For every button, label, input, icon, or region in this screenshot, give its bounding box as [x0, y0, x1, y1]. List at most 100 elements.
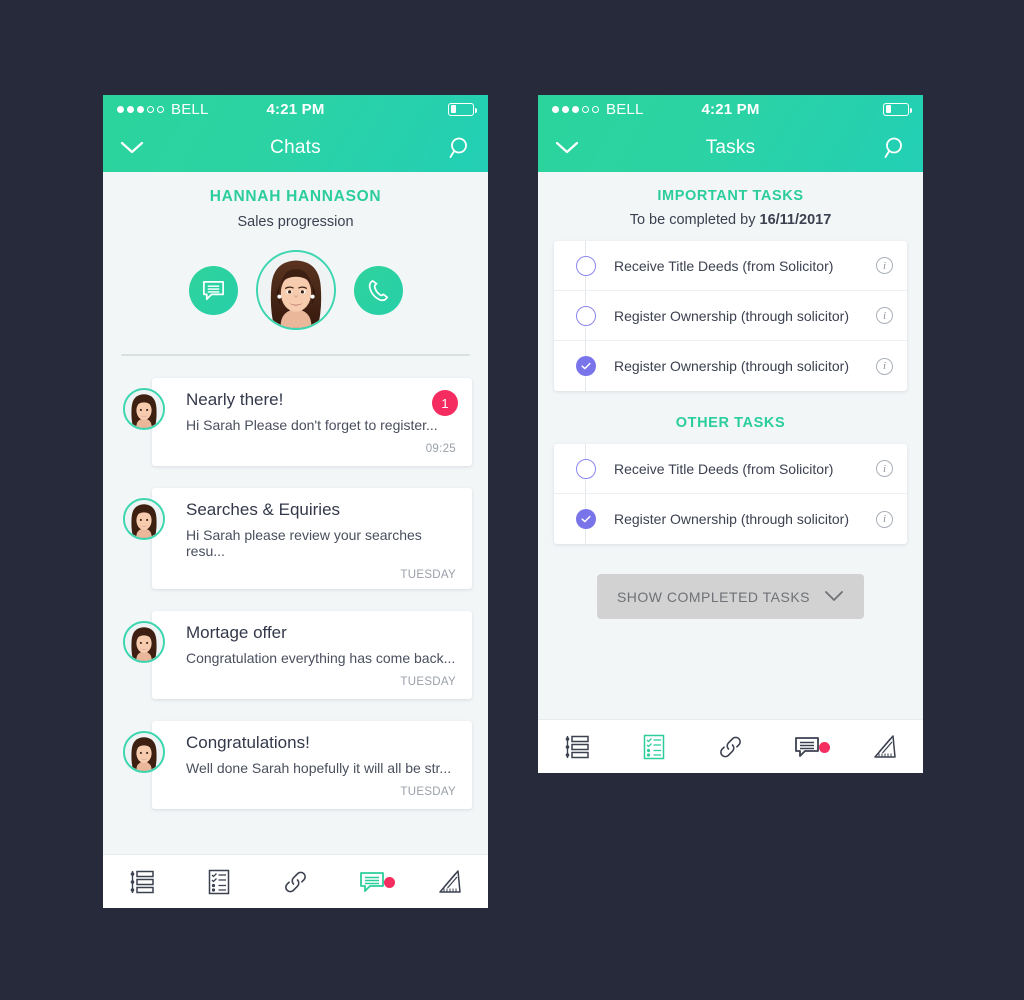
page-title: Chats: [270, 136, 321, 158]
show-completed-tasks-button[interactable]: SHOW COMPLETED TASKS: [597, 574, 864, 619]
ruler-icon: [438, 869, 461, 893]
ruler-icon: [873, 734, 896, 758]
chats-navbar: Chats: [103, 123, 488, 172]
avatar: [255, 250, 336, 330]
unread-badge: 1: [432, 390, 458, 416]
tab-timeline[interactable]: [538, 733, 615, 761]
chevron-down-icon[interactable]: [119, 140, 145, 156]
chevron-down-icon: [825, 591, 843, 601]
table-row[interactable]: Register Ownership (through solicitor) i: [554, 291, 907, 341]
due-date-line: To be completed by 16/11/2017: [554, 212, 907, 228]
chats-header: BELL 4:21 PM Chats: [103, 95, 488, 172]
chat-card[interactable]: Mortage offer Congratulation everything …: [152, 611, 472, 699]
chat-title: Mortage offer: [186, 623, 287, 642]
timeline-icon: [130, 870, 154, 893]
phone-tasks: BELL 4:21 PM Tasks IMPORTANT TASKS To be…: [538, 95, 923, 773]
task-checkbox[interactable]: [576, 255, 596, 276]
check-icon: [581, 515, 591, 523]
tasks-header: BELL 4:21 PM Tasks: [538, 95, 923, 172]
chat-timestamp: TUESDAY: [400, 786, 456, 798]
tab-tasks[interactable]: [180, 868, 257, 896]
contact-subtitle: Sales progression: [237, 214, 354, 230]
other-tasks-card: Receive Title Deeds (from Solicitor) i R…: [554, 444, 907, 544]
carrier-label: BELL: [171, 100, 209, 118]
task-label: Receive Title Deeds (from Solicitor): [614, 460, 834, 477]
chat-snippet: Hi Sarah please review your searches res…: [186, 527, 422, 559]
contact-profile: HANNAH HANNASON Sales progression: [103, 172, 488, 356]
show-completed-label: SHOW COMPLETED TASKS: [616, 588, 811, 605]
chat-snippet: Congratulation everything has come back.…: [186, 650, 456, 666]
signal-strength-icon: [117, 105, 164, 113]
list-item[interactable]: Searches & Equiries Hi Sarah please revi…: [119, 488, 472, 589]
chat-timestamp: TUESDAY: [400, 676, 456, 688]
chat-card[interactable]: Searches & Equiries Hi Sarah please revi…: [152, 488, 472, 589]
tab-chat[interactable]: [769, 733, 846, 761]
tab-timeline[interactable]: [103, 868, 180, 896]
call-button[interactable]: [353, 265, 403, 315]
important-tasks-heading: IMPORTANT TASKS: [657, 188, 804, 204]
chat-title: Searches & Equiries: [186, 500, 341, 519]
tab-tasks[interactable]: [615, 733, 692, 761]
tab-bar: [103, 854, 488, 908]
info-icon[interactable]: i: [876, 460, 893, 477]
avatar: [123, 498, 165, 540]
other-tasks-heading: OTHER TASKS: [675, 415, 786, 431]
checklist-icon: [643, 734, 664, 759]
table-row[interactable]: Receive Title Deeds (from Solicitor) i: [554, 241, 907, 291]
table-row[interactable]: Register Ownership (through solicitor) i: [554, 341, 907, 391]
info-icon[interactable]: i: [876, 357, 893, 375]
task-label: Register Ownership (through solicitor): [614, 358, 849, 374]
task-checkbox[interactable]: [576, 458, 596, 479]
chat-card[interactable]: Nearly there! Hi Sarah Please don't forg…: [152, 378, 472, 466]
chat-timestamp: 09:25: [425, 443, 456, 455]
page-title: Tasks: [705, 136, 756, 158]
chat-icon: [359, 871, 384, 892]
tab-tools[interactable]: [411, 868, 488, 896]
status-bar: BELL 4:21 PM: [103, 95, 488, 123]
due-prefix: To be completed by: [629, 212, 760, 228]
avatar: [123, 621, 165, 663]
task-checkbox[interactable]: [576, 509, 596, 529]
tasks-body: IMPORTANT TASKS To be completed by 16/11…: [538, 172, 923, 619]
check-icon: [581, 362, 591, 370]
tab-tools[interactable]: [846, 733, 923, 761]
profile-action-row: [103, 244, 488, 336]
info-icon[interactable]: i: [876, 257, 893, 274]
chevron-down-icon[interactable]: [554, 140, 580, 156]
tab-notification-badge: [819, 741, 830, 753]
list-item[interactable]: Nearly there! Hi Sarah Please don't forg…: [119, 378, 472, 466]
task-label: Receive Title Deeds (from Solicitor): [614, 257, 834, 274]
list-item[interactable]: Mortage offer Congratulation everything …: [119, 611, 472, 699]
search-icon[interactable]: [448, 136, 472, 160]
tasks-navbar: Tasks: [538, 123, 923, 172]
tab-notification-badge: [384, 876, 395, 888]
carrier-label: BELL: [606, 100, 644, 118]
battery-icon: [883, 102, 912, 116]
task-label: Register Ownership (through solicitor): [614, 511, 849, 527]
tab-links[interactable]: [692, 733, 769, 761]
chat-title: Congratulations!: [186, 733, 310, 752]
list-item[interactable]: Congratulations! Well done Sarah hopeful…: [119, 721, 472, 809]
important-tasks-card: Receive Title Deeds (from Solicitor) i R…: [554, 241, 907, 391]
contact-name: HANNAH HANNASON: [209, 188, 382, 205]
timeline-icon: [565, 735, 589, 758]
table-row[interactable]: Register Ownership (through solicitor) i: [554, 494, 907, 544]
table-row[interactable]: Receive Title Deeds (from Solicitor) i: [554, 444, 907, 494]
task-checkbox[interactable]: [576, 305, 596, 326]
battery-icon: [448, 102, 477, 116]
chat-list: Nearly there! Hi Sarah Please don't forg…: [103, 356, 488, 809]
search-icon[interactable]: [883, 136, 907, 160]
task-checkbox[interactable]: [576, 356, 596, 376]
chat-timestamp: TUESDAY: [400, 569, 456, 581]
due-date: 16/11/2017: [759, 212, 832, 228]
tab-links[interactable]: [257, 868, 334, 896]
task-label: Register Ownership (through solicitor): [614, 307, 849, 324]
chat-card[interactable]: Congratulations! Well done Sarah hopeful…: [152, 721, 472, 809]
info-icon[interactable]: i: [876, 307, 893, 324]
info-icon[interactable]: i: [876, 510, 893, 528]
link-icon: [719, 736, 741, 757]
tab-chat[interactable]: [334, 868, 411, 896]
status-bar: BELL 4:21 PM: [538, 95, 923, 123]
signal-strength-icon: [552, 105, 599, 113]
message-button[interactable]: [188, 265, 238, 315]
